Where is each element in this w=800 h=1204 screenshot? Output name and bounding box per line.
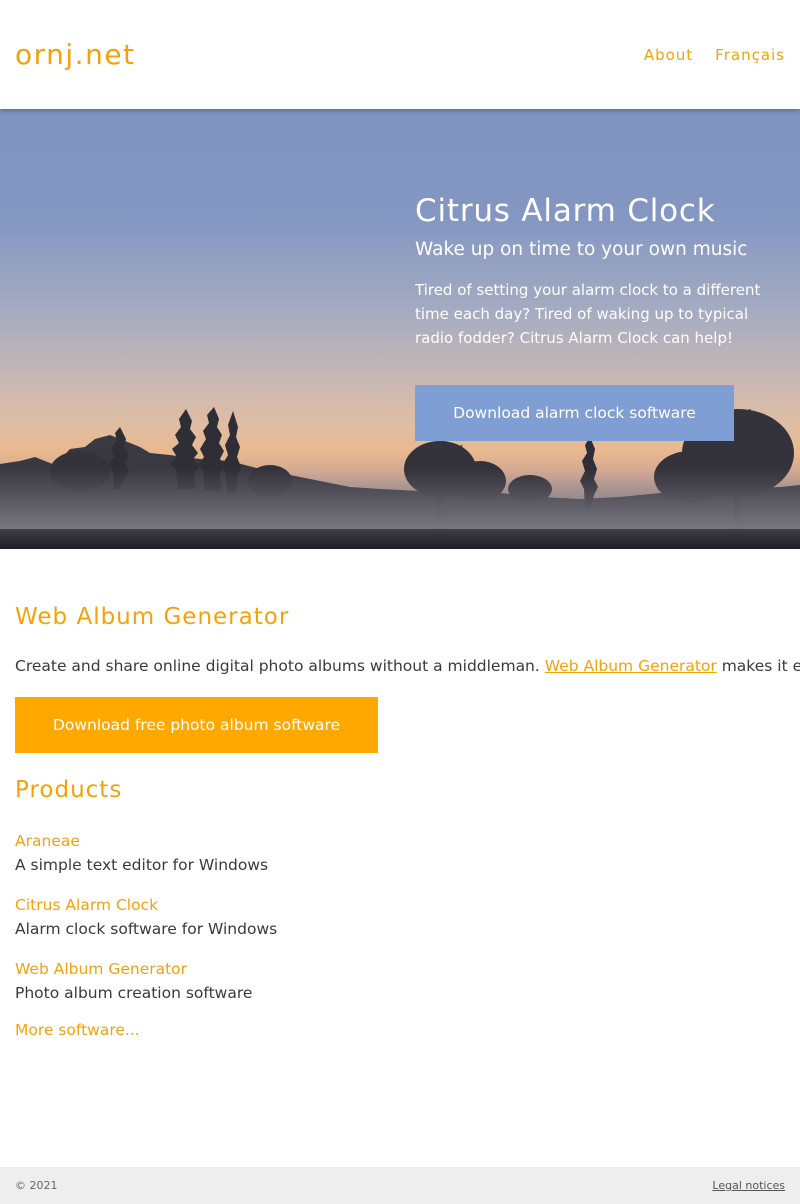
web-album-desc-after: makes it easy! [721, 657, 800, 675]
product-link-web-album-generator[interactable]: Web Album Generator [15, 957, 277, 981]
hero-title: Citrus Alarm Clock [415, 193, 716, 229]
product-item: Araneae A simple text editor for Windows [15, 829, 277, 877]
web-album-description: Create and share online digital photo al… [15, 657, 800, 675]
products-list: Araneae A simple text editor for Windows… [15, 829, 277, 1021]
product-description: Alarm clock software for Windows [15, 920, 278, 938]
copyright-text: © 2021 [15, 1179, 58, 1192]
web-album-heading: Web Album Generator [15, 604, 290, 630]
product-item: Citrus Alarm Clock Alarm clock software … [15, 893, 277, 941]
nav-language-link[interactable]: Français [715, 46, 785, 64]
hero-subtitle: Wake up on time to your own music [415, 239, 748, 260]
hero-description: Tired of setting your alarm clock to a d… [415, 281, 761, 347]
more-software-link[interactable]: More software... [15, 1021, 140, 1039]
product-link-araneae[interactable]: Araneae [15, 829, 277, 853]
site-footer: © 2021 Legal notices [0, 1167, 800, 1204]
products-heading: Products [15, 777, 123, 803]
legal-notices-link[interactable]: Legal notices [712, 1179, 785, 1192]
hero-content: Citrus Alarm Clock Wake up on time to yo… [415, 193, 785, 441]
web-album-desc-before: Create and share online digital photo al… [15, 657, 545, 675]
download-alarm-clock-button[interactable]: Download alarm clock software [415, 385, 734, 441]
product-description: Photo album creation software [15, 984, 253, 1002]
web-album-inline-link[interactable]: Web Album Generator [545, 657, 717, 675]
product-description: A simple text editor for Windows [15, 856, 269, 874]
site-header: ornj.net About Français [0, 0, 800, 109]
product-link-citrus-alarm-clock[interactable]: Citrus Alarm Clock [15, 893, 277, 917]
nav-about-link[interactable]: About [644, 46, 693, 64]
site-logo-link[interactable]: ornj.net [15, 38, 136, 71]
hero-banner: Citrus Alarm Clock Wake up on time to yo… [0, 109, 800, 549]
top-nav: About Français [644, 46, 785, 64]
product-item: Web Album Generator Photo album creation… [15, 957, 277, 1005]
download-photo-album-button[interactable]: Download free photo album software [15, 697, 378, 753]
